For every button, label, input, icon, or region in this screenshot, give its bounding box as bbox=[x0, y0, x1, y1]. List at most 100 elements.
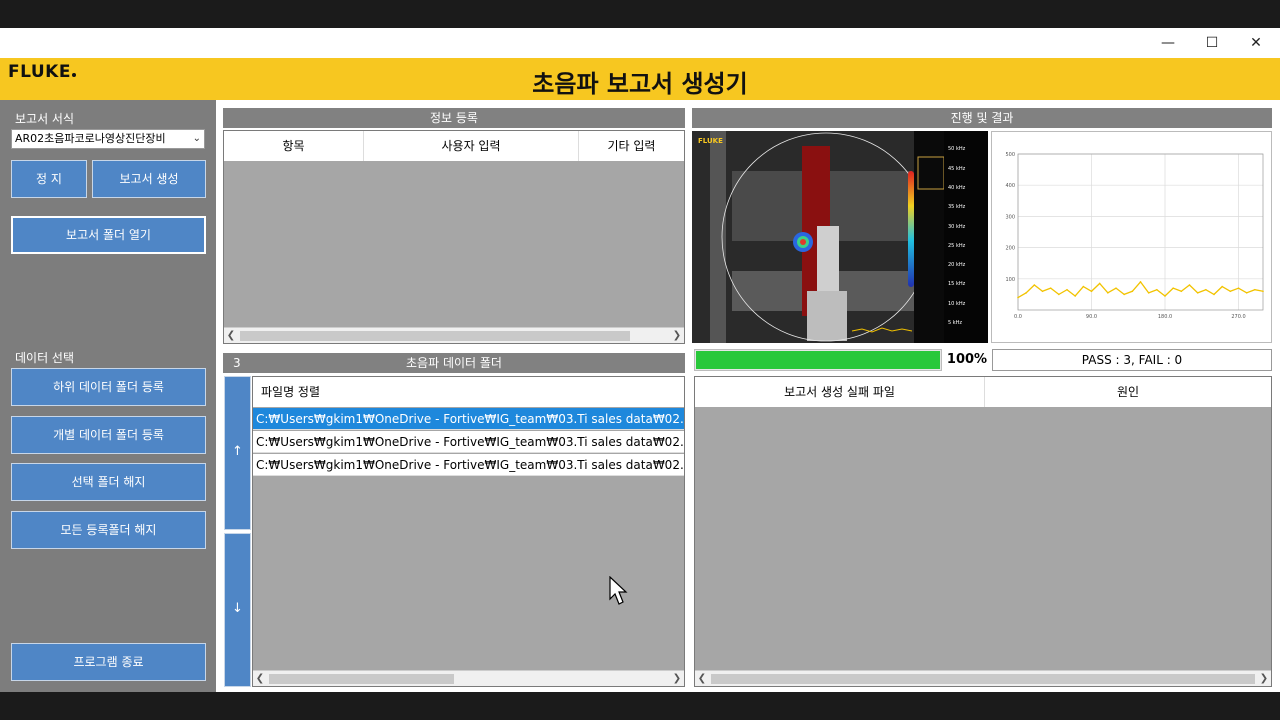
x-tick-label: 0.0 bbox=[1014, 314, 1022, 320]
scroll-thumb[interactable] bbox=[240, 331, 630, 341]
sidebar: 보고서 서식 AR02초음파코로나영상진단장비 ⌄ 정 지 보고서 생성 보고서… bbox=[0, 100, 216, 692]
progress-bar bbox=[694, 349, 942, 371]
signal-chart: 500 400 300 200 100 0.0 90.0 180.0 270.0 bbox=[991, 131, 1272, 343]
data-point bbox=[1139, 281, 1142, 283]
folder-hscrollbar[interactable]: ❮ ❯ bbox=[253, 670, 684, 686]
folder-row[interactable]: C:₩Users₩gkim1₩OneDrive - Fortive₩IG_tea… bbox=[253, 454, 684, 476]
scroll-thumb[interactable] bbox=[269, 674, 454, 684]
y-tick-label: 400 bbox=[1005, 183, 1015, 189]
generate-report-button[interactable]: 보고서 생성 bbox=[92, 160, 206, 198]
camera-logo: FLUKE bbox=[698, 137, 723, 145]
data-point bbox=[1221, 285, 1223, 288]
y-tick-label: 200 bbox=[1005, 246, 1015, 252]
data-point bbox=[1131, 290, 1134, 293]
scroll-left-icon[interactable]: ❮ bbox=[253, 671, 267, 687]
data-point bbox=[1082, 285, 1085, 288]
y-tick-label: 300 bbox=[1005, 214, 1015, 220]
freq-label: 50 kHz bbox=[948, 146, 966, 152]
pass-fail-result: PASS : 3, FAIL : 0 bbox=[992, 349, 1272, 371]
freq-label: 10 kHz bbox=[948, 301, 966, 307]
info-col-item[interactable]: 항목 bbox=[224, 131, 364, 161]
sort-by-filename-header[interactable]: 파일명 정렬 bbox=[253, 377, 684, 407]
mouse-cursor-icon bbox=[609, 576, 628, 605]
data-point bbox=[1090, 290, 1093, 293]
freq-label: 40 kHz bbox=[948, 185, 966, 191]
plot-area bbox=[1017, 153, 1264, 311]
format-select-value: AR02초음파코로나영상진단장비 bbox=[15, 132, 166, 145]
data-point bbox=[1196, 292, 1199, 294]
freq-label: 35 kHz bbox=[948, 204, 966, 210]
data-point bbox=[1172, 287, 1174, 289]
app-header: FLUKE 초음파 보고서 생성기 bbox=[0, 58, 1280, 100]
data-folder-grid: 파일명 정렬 C:₩Users₩gkim1₩OneDrive - Fortive… bbox=[252, 376, 685, 687]
app-window: — ☐ ✕ FLUKE 초음파 보고서 생성기 보고서 서식 AR02초음파코로… bbox=[0, 28, 1280, 692]
stop-button[interactable]: 정 지 bbox=[11, 160, 87, 198]
register-single-folder-button[interactable]: 개별 데이터 폴더 등록 bbox=[11, 416, 206, 454]
info-panel-title: 정보 등록 bbox=[223, 108, 685, 128]
failure-hscrollbar[interactable]: ❮ ❯ bbox=[695, 670, 1271, 686]
minimize-icon[interactable]: — bbox=[1146, 28, 1190, 58]
info-col-user-input[interactable]: 사용자 입력 bbox=[364, 131, 579, 161]
chevron-down-icon: ⌄ bbox=[192, 133, 201, 144]
data-point bbox=[1254, 288, 1256, 291]
data-point bbox=[1074, 295, 1076, 297]
move-down-button[interactable]: ↓ bbox=[224, 533, 251, 687]
data-point bbox=[1025, 292, 1027, 294]
scroll-left-icon[interactable]: ❮ bbox=[695, 671, 709, 687]
y-tick-label: 100 bbox=[1005, 277, 1015, 283]
scroll-right-icon[interactable]: ❯ bbox=[1257, 671, 1271, 687]
close-icon[interactable]: ✕ bbox=[1234, 28, 1278, 58]
scroll-thumb[interactable] bbox=[711, 674, 1255, 684]
camera-image bbox=[692, 131, 988, 343]
data-point bbox=[1017, 296, 1019, 299]
series-line bbox=[1017, 280, 1264, 299]
data-point bbox=[1213, 293, 1215, 296]
folder-row[interactable]: C:₩Users₩gkim1₩OneDrive - Fortive₩IG_tea… bbox=[253, 408, 684, 430]
data-point bbox=[1180, 290, 1183, 293]
info-hscrollbar[interactable]: ❮ ❯ bbox=[224, 327, 684, 343]
y-tick-label: 500 bbox=[1005, 152, 1015, 158]
register-sub-folder-button[interactable]: 하위 데이터 폴더 등록 bbox=[11, 368, 206, 406]
move-up-button[interactable]: ↑ bbox=[224, 376, 251, 530]
progress-panel-title: 진행 및 결과 bbox=[692, 108, 1272, 128]
info-col-other-input[interactable]: 기타 입력 bbox=[579, 131, 684, 161]
open-report-folder-button[interactable]: 보고서 폴더 열기 bbox=[11, 216, 206, 254]
data-point bbox=[1147, 292, 1150, 294]
data-point bbox=[1237, 287, 1240, 289]
data-point bbox=[1245, 292, 1248, 294]
data-point bbox=[1098, 282, 1101, 285]
scroll-left-icon[interactable]: ❮ bbox=[224, 328, 238, 344]
exit-program-button[interactable]: 프로그램 종료 bbox=[11, 643, 206, 681]
arrow-down-icon: ↓ bbox=[232, 601, 243, 616]
failure-grid: 보고서 생성 실패 파일 원인 ❮ ❯ bbox=[694, 376, 1272, 687]
x-tick-label: 90.0 bbox=[1086, 314, 1097, 320]
format-select[interactable]: AR02초음파코로나영상진단장비 ⌄ bbox=[11, 129, 205, 149]
failure-col-reason[interactable]: 원인 bbox=[985, 377, 1271, 407]
data-point bbox=[1041, 290, 1044, 293]
format-label: 보고서 서식 bbox=[15, 112, 75, 126]
data-folder-panel-title: 초음파 데이터 폴더 bbox=[406, 356, 502, 370]
data-point bbox=[1107, 292, 1109, 294]
folder-row[interactable]: C:₩Users₩gkim1₩OneDrive - Fortive₩IG_tea… bbox=[253, 431, 684, 453]
data-point bbox=[1164, 295, 1166, 297]
data-point bbox=[1188, 284, 1191, 286]
progress-fill bbox=[696, 351, 940, 369]
clear-selected-folder-button[interactable]: 선택 폴더 해지 bbox=[11, 463, 206, 501]
freq-label: 15 kHz bbox=[948, 281, 966, 287]
data-point bbox=[1156, 288, 1158, 291]
maximize-icon[interactable]: ☐ bbox=[1190, 28, 1234, 58]
progress-percent: 100% bbox=[946, 352, 988, 367]
data-point bbox=[1205, 288, 1207, 291]
failure-col-file[interactable]: 보고서 생성 실패 파일 bbox=[695, 377, 985, 407]
freq-label: 30 kHz bbox=[948, 224, 966, 230]
app-title: 초음파 보고서 생성기 bbox=[532, 70, 748, 98]
data-point bbox=[1058, 293, 1060, 296]
scroll-right-icon[interactable]: ❯ bbox=[670, 671, 684, 687]
data-point bbox=[1033, 284, 1036, 286]
title-bar: — ☐ ✕ bbox=[0, 28, 1280, 58]
clear-all-folders-button[interactable]: 모든 등록폴더 해지 bbox=[11, 511, 206, 549]
camera-preview: FLUKE 50 kHz 45 kHz 40 kHz 35 kHz 30 kHz… bbox=[692, 131, 988, 343]
folder-count: 3 bbox=[233, 356, 241, 370]
freq-label: 25 kHz bbox=[948, 243, 966, 249]
scroll-right-icon[interactable]: ❯ bbox=[670, 328, 684, 344]
